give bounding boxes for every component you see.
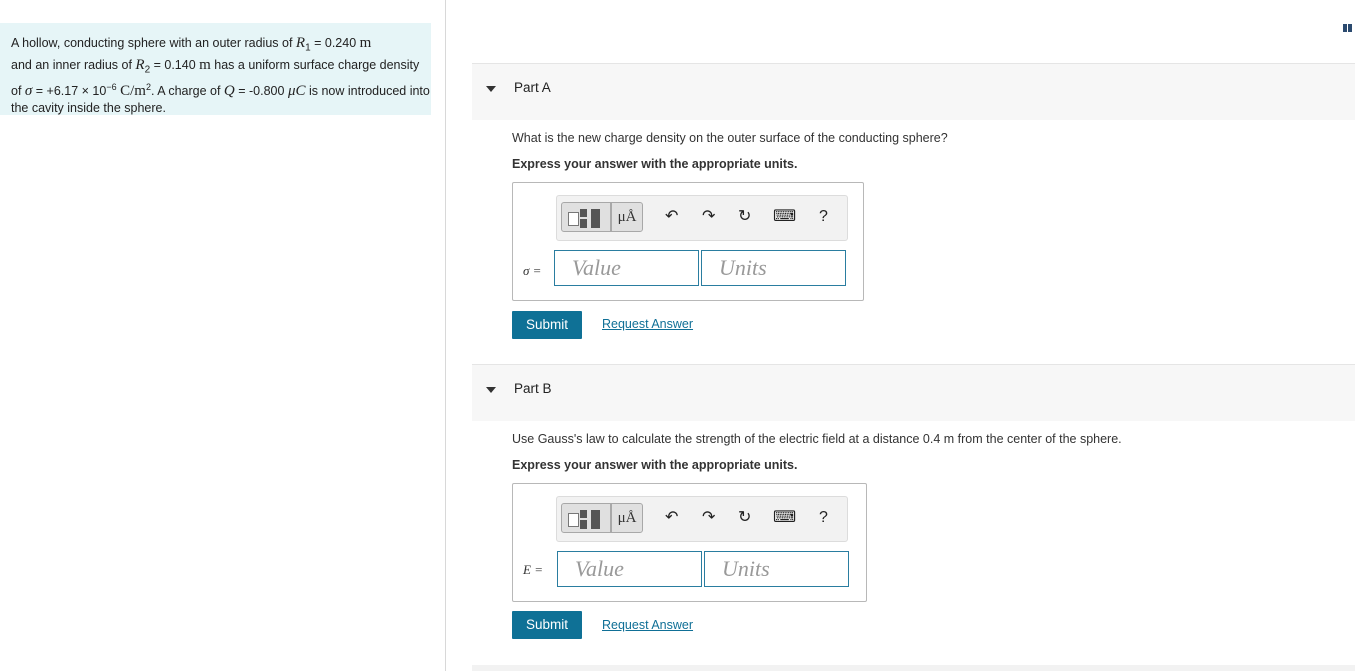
units-button[interactable]: μÅ	[611, 503, 643, 533]
math-toolbar: μÅ ↶ ↷ ↻ ⌨ ?	[556, 195, 848, 241]
part-b-request-answer-link[interactable]: Request Answer	[602, 618, 693, 632]
sigma-unit: C/m	[120, 83, 146, 100]
r2-unit: m	[199, 57, 211, 73]
templates-button[interactable]	[561, 202, 611, 232]
r2-value: = 0.140	[150, 58, 200, 72]
problem-text-4: . A charge of	[150, 84, 224, 99]
q-unit: μC	[287, 83, 306, 100]
sigma-value: = +6.17 × 10	[32, 84, 107, 99]
e-label: E =	[523, 562, 543, 577]
reset-icon[interactable]: ↻	[738, 208, 751, 226]
problem-text-1: A hollow, conducting sphere with an oute…	[11, 36, 296, 50]
help-icon[interactable]: ?	[819, 208, 828, 226]
math-toolbar: μÅ ↶ ↷ ↻ ⌨ ?	[556, 496, 848, 542]
redo-icon[interactable]: ↷	[702, 509, 715, 527]
reset-icon[interactable]: ↻	[738, 509, 751, 527]
panel-toggle-icon[interactable]	[1343, 19, 1353, 32]
keyboard-icon[interactable]: ⌨	[773, 208, 796, 226]
sigma-exponent: −6	[106, 82, 117, 92]
part-b-answer-box: μÅ ↶ ↷ ↻ ⌨ ? E = Value Units	[512, 483, 867, 602]
column-divider	[445, 0, 446, 671]
undo-icon[interactable]: ↶	[665, 208, 678, 226]
collapse-triangle-icon[interactable]	[486, 86, 496, 92]
redo-icon[interactable]: ↷	[702, 208, 715, 226]
next-part-header-edge	[472, 665, 1355, 671]
part-a-title: Part A	[514, 80, 551, 95]
q-symbol: Q	[223, 83, 235, 100]
r1-unit: m	[359, 35, 372, 51]
part-b-header[interactable]: Part B	[472, 364, 1355, 421]
problem-text-2: and an inner radius of	[11, 58, 136, 72]
part-b-question: Use Gauss's law to calculate the strengt…	[512, 432, 1122, 446]
units-button[interactable]: μÅ	[611, 202, 643, 232]
part-b-submit-button[interactable]: Submit	[512, 611, 582, 639]
part-b-title: Part B	[514, 381, 552, 396]
part-a-instruction: Express your answer with the appropriate…	[512, 157, 798, 171]
part-a-answer-box: μÅ ↶ ↷ ↻ ⌨ ? σ = Value Units	[512, 182, 864, 301]
value-input[interactable]: Value	[554, 250, 699, 286]
value-input[interactable]: Value	[557, 551, 702, 587]
problem-statement: A hollow, conducting sphere with an oute…	[0, 23, 431, 115]
part-a-header[interactable]: Part A	[472, 63, 1355, 120]
r2-symbol: R	[135, 57, 145, 73]
r1-symbol: R	[295, 35, 306, 51]
part-a-submit-button[interactable]: Submit	[512, 311, 582, 339]
collapse-triangle-icon[interactable]	[486, 387, 496, 393]
units-input[interactable]: Units	[704, 551, 849, 587]
templates-button[interactable]	[561, 503, 611, 533]
sigma-label: σ =	[523, 263, 542, 278]
keyboard-icon[interactable]: ⌨	[773, 509, 796, 527]
units-input[interactable]: Units	[701, 250, 846, 286]
part-a-request-answer-link[interactable]: Request Answer	[602, 317, 693, 331]
help-icon[interactable]: ?	[819, 509, 828, 527]
part-a-question: What is the new charge density on the ou…	[512, 131, 948, 145]
undo-icon[interactable]: ↶	[665, 509, 678, 527]
part-b-instruction: Express your answer with the appropriate…	[512, 458, 798, 472]
r1-value: = 0.240	[310, 36, 360, 50]
q-value: = -0.800	[234, 84, 288, 99]
